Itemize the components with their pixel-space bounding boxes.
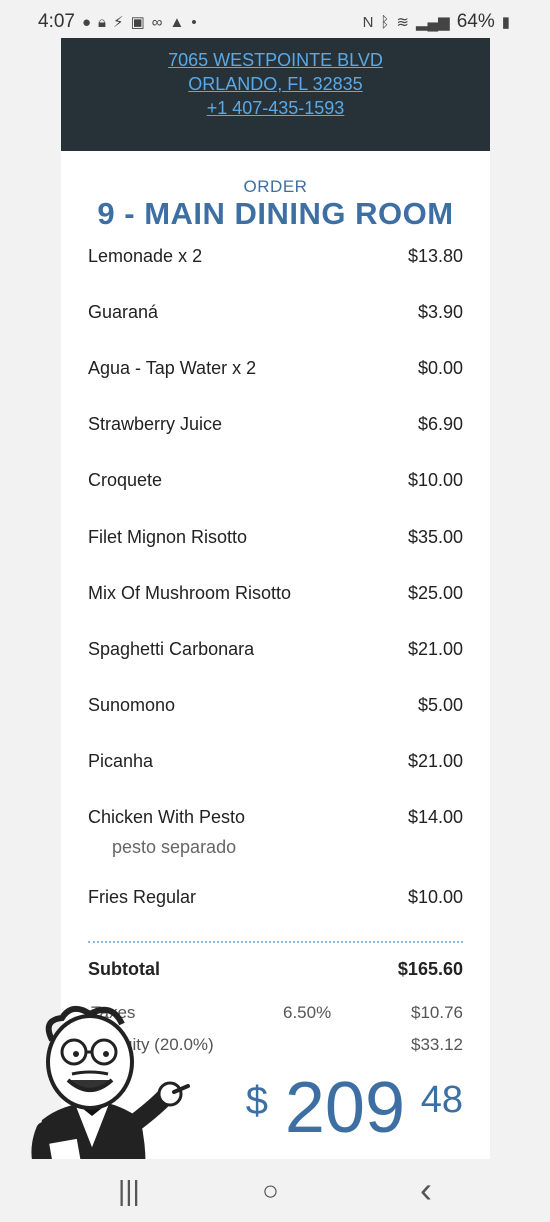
- item-name: Croquete: [88, 470, 163, 490]
- item-price: $10.00: [407, 470, 463, 490]
- item-name: Mix Of Mushroom Risotto: [88, 583, 292, 603]
- item-name: Chicken With Pesto: [88, 807, 246, 827]
- order-item: Chicken With Pesto $14.00 pesto separado: [88, 807, 463, 867]
- order-item: Sunomono $5.00: [88, 695, 463, 725]
- system-navbar: ||| ○ ‹: [0, 1159, 550, 1222]
- nfc-icon: N: [362, 13, 374, 31]
- item-price: $6.90: [417, 414, 463, 434]
- order-item: Agua - Tap Water x 2 $0.00: [88, 358, 463, 388]
- order-item: Lemonade x 2 $13.80: [88, 246, 463, 276]
- order-item: Filet Mignon Risotto $35.00: [88, 527, 463, 557]
- order-item: Picanha $21.00: [88, 751, 463, 781]
- total-currency: $: [245, 1079, 268, 1123]
- dot-icon: •: [191, 13, 197, 31]
- link-icon: ∞: [151, 13, 163, 31]
- item-name: Agua - Tap Water x 2: [88, 358, 257, 378]
- order-item: Croquete $10.00: [88, 470, 463, 500]
- home-icon[interactable]: ○: [262, 1175, 279, 1207]
- chat-icon: ●: [81, 13, 92, 31]
- signal-icon: ▂▄▆: [416, 14, 450, 31]
- item-price: $14.00: [407, 807, 463, 827]
- gratuity-value: $33.12: [411, 1035, 463, 1054]
- totals-divider: [88, 941, 463, 943]
- battery-percent: 64%: [456, 11, 495, 32]
- item-name: Fries Regular: [88, 887, 197, 907]
- item-name: Picanha: [88, 751, 154, 771]
- item-name: Strawberry Juice: [88, 414, 223, 434]
- phone-link[interactable]: +1 407-435-1593: [61, 96, 490, 120]
- order-item: Guaraná $3.90: [88, 302, 463, 332]
- taxes-rate: 6.50%: [283, 1003, 332, 1022]
- item-note: pesto separado: [112, 837, 237, 857]
- item-name: Lemonade x 2: [88, 246, 203, 266]
- address-line2-link[interactable]: ORLANDO, FL 32835: [61, 72, 490, 96]
- address-line1-link[interactable]: 7065 WESTPOINTE BLVD: [61, 48, 490, 72]
- item-name: Guaraná: [88, 302, 159, 322]
- item-price: $10.00: [407, 887, 463, 907]
- order-item: Spaghetti Carbonara $21.00: [88, 639, 463, 669]
- order-item: Mix Of Mushroom Risotto $25.00: [88, 583, 463, 613]
- subtotal-label: Subtotal: [88, 959, 160, 979]
- subtotal-row: Subtotal $165.60: [88, 959, 463, 980]
- order-title: 9 - MAIN DINING ROOM: [97, 196, 454, 231]
- item-price: $25.00: [407, 583, 463, 603]
- ring-icon: ▣: [130, 14, 145, 31]
- item-price: $35.00: [407, 527, 463, 547]
- wifi-icon: ≋: [396, 14, 409, 31]
- total-cents: 48: [420, 1079, 463, 1121]
- order-item: Fries Regular $10.00: [88, 887, 463, 917]
- recents-icon[interactable]: |||: [118, 1175, 140, 1207]
- item-price: $21.00: [407, 751, 463, 771]
- receipt-header: 7065 WESTPOINTE BLVD ORLANDO, FL 32835 +…: [61, 38, 490, 151]
- item-price: $21.00: [407, 639, 463, 659]
- subtotal-value: $165.60: [397, 959, 463, 979]
- back-icon[interactable]: ‹: [420, 1169, 432, 1211]
- battery-icon: ▮: [501, 14, 510, 31]
- bluetooth-icon: ᛒ: [380, 13, 390, 31]
- item-price: $13.80: [407, 246, 463, 266]
- item-name: Spaghetti Carbonara: [88, 639, 255, 659]
- item-price: $0.00: [417, 358, 463, 378]
- order-item: Strawberry Juice $6.90: [88, 414, 463, 444]
- total-whole: 209: [284, 1068, 405, 1148]
- order-label: ORDER: [243, 177, 308, 196]
- item-price: $5.00: [417, 695, 463, 715]
- item-name: Filet Mignon Risotto: [88, 527, 248, 547]
- bolt-icon: ⚡︎: [113, 14, 124, 31]
- arrow-icon: ▲: [169, 13, 185, 31]
- taxes-value: $10.76: [411, 1003, 463, 1022]
- lock-icon: 🔒︎: [98, 13, 107, 31]
- item-name: Sunomono: [88, 695, 176, 715]
- item-price: $3.90: [417, 302, 463, 322]
- status-time: 4:07: [38, 11, 75, 32]
